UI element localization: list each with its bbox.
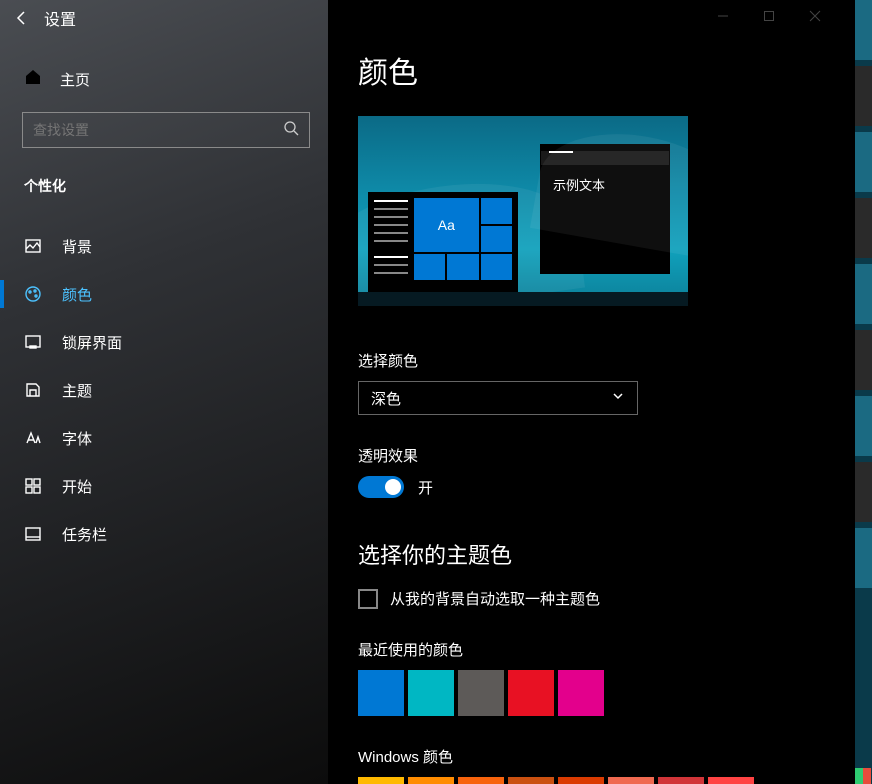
recent-colors-row xyxy=(358,670,855,716)
search-input[interactable] xyxy=(33,122,283,138)
close-button[interactable] xyxy=(792,0,838,32)
color-swatch[interactable] xyxy=(608,777,654,784)
sidebar-item-background[interactable]: 背景 xyxy=(0,222,328,270)
picture-icon xyxy=(24,237,42,255)
choose-color-label: 选择颜色 xyxy=(358,350,855,371)
sidebar-item-start[interactable]: 开始 xyxy=(0,462,328,510)
sidebar-item-label: 颜色 xyxy=(62,284,92,305)
color-preview: Aa 示例文本 xyxy=(358,116,688,306)
sidebar-item-fonts[interactable]: 字体 xyxy=(0,414,328,462)
sidebar-item-label: 任务栏 xyxy=(62,524,107,545)
section-label: 个性化 xyxy=(0,148,328,206)
search-box[interactable] xyxy=(22,112,310,148)
windows-colors-row xyxy=(358,777,855,784)
home-icon xyxy=(24,68,42,90)
transparency-toggle[interactable] xyxy=(358,476,404,498)
taskbar-icon xyxy=(24,525,42,543)
sidebar-item-label: 开始 xyxy=(62,476,92,497)
sidebar-item-home[interactable]: 主页 xyxy=(0,54,328,104)
preview-sample-text: 示例文本 xyxy=(541,165,669,194)
color-swatch[interactable] xyxy=(558,670,604,716)
transparency-label: 透明效果 xyxy=(358,445,855,466)
color-swatch[interactable] xyxy=(508,777,554,784)
sidebar-item-themes[interactable]: 主题 xyxy=(0,366,328,414)
fonts-icon xyxy=(24,429,42,447)
recent-colors-label: 最近使用的颜色 xyxy=(358,639,855,660)
maximize-button[interactable] xyxy=(746,0,792,32)
choose-color-dropdown[interactable]: 深色 xyxy=(358,381,638,415)
choose-color-value: 深色 xyxy=(371,388,401,409)
color-swatch[interactable] xyxy=(458,777,504,784)
color-swatch[interactable] xyxy=(708,777,754,784)
color-swatch[interactable] xyxy=(458,670,504,716)
minimize-icon xyxy=(717,10,729,22)
sidebar-nav: 背景 颜色 锁屏界面 主题 字体 开始 xyxy=(0,222,328,558)
search-icon xyxy=(283,120,299,141)
start-icon xyxy=(24,477,42,495)
color-swatch[interactable] xyxy=(408,777,454,784)
window-controls xyxy=(678,0,838,32)
themes-icon xyxy=(24,381,42,399)
maximize-icon xyxy=(763,10,775,22)
auto-pick-checkbox[interactable] xyxy=(358,589,378,609)
palette-icon xyxy=(24,285,42,303)
color-swatch[interactable] xyxy=(558,777,604,784)
sidebar-item-taskbar[interactable]: 任务栏 xyxy=(0,510,328,558)
color-swatch[interactable] xyxy=(358,777,404,784)
main-content: 颜色 Aa 示例文本 xyxy=(328,0,855,784)
desktop-edge-strip xyxy=(855,0,872,784)
app-title: 设置 xyxy=(44,6,76,30)
close-icon xyxy=(809,10,821,22)
lockscreen-icon xyxy=(24,333,42,351)
transparency-state: 开 xyxy=(418,477,433,498)
preview-window: 示例文本 xyxy=(540,144,670,274)
color-swatch[interactable] xyxy=(658,777,704,784)
sidebar-item-label: 锁屏界面 xyxy=(62,332,122,353)
preview-start-menu: Aa xyxy=(368,192,518,292)
sidebar-item-label: 字体 xyxy=(62,428,92,449)
minimize-button[interactable] xyxy=(700,0,746,32)
sidebar-item-colors[interactable]: 颜色 xyxy=(0,270,328,318)
sidebar-item-label: 主题 xyxy=(62,380,92,401)
accent-color-heading: 选择你的主题色 xyxy=(358,538,855,570)
back-button[interactable] xyxy=(0,0,44,36)
sidebar-item-lockscreen[interactable]: 锁屏界面 xyxy=(0,318,328,366)
color-swatch[interactable] xyxy=(358,670,404,716)
windows-colors-label: Windows 颜色 xyxy=(358,746,855,767)
auto-pick-label: 从我的背景自动选取一种主题色 xyxy=(390,588,600,609)
sidebar: 设置 主页 个性化 背景 颜色 xyxy=(0,0,328,784)
preview-tile-glyph: Aa xyxy=(414,198,479,252)
color-swatch[interactable] xyxy=(408,670,454,716)
arrow-left-icon xyxy=(14,10,30,26)
color-swatch[interactable] xyxy=(508,670,554,716)
home-label: 主页 xyxy=(60,69,90,90)
chevron-down-icon xyxy=(611,389,625,407)
page-title: 颜色 xyxy=(356,48,855,92)
sidebar-item-label: 背景 xyxy=(62,236,92,257)
titlebar: 设置 xyxy=(0,0,328,36)
